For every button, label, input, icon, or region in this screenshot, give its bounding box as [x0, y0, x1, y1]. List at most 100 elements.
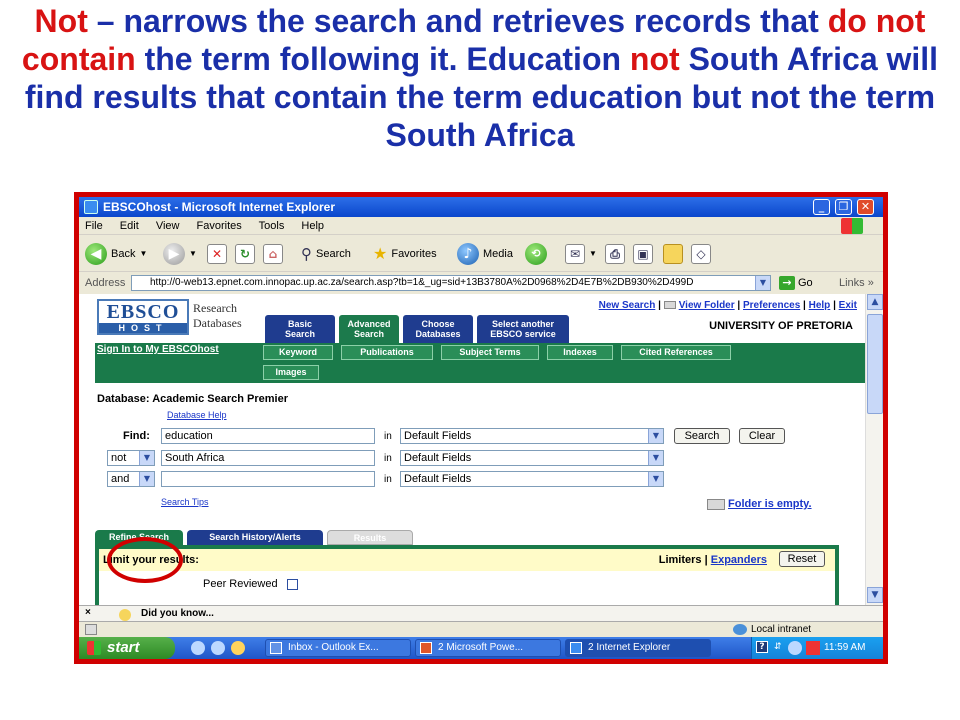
subtab-publications[interactable]: Publications [341, 345, 433, 360]
media-button[interactable]: ♪ Media [457, 236, 513, 272]
mail-button[interactable]: ✉ ▼ [565, 236, 597, 272]
start-button[interactable]: start [79, 637, 175, 659]
sign-in-link[interactable]: Sign In to My EBSCOhost [97, 343, 219, 357]
tab-basic-search[interactable]: Basic Search [265, 315, 335, 343]
boolean-select-3[interactable]: and ▼ [107, 471, 155, 487]
stop-button[interactable]: ✕ [207, 236, 227, 272]
pane-close-icon[interactable]: × [85, 606, 91, 620]
scroll-down-icon[interactable]: ▼ [867, 587, 883, 603]
forward-dropdown-icon[interactable]: ▼ [189, 236, 197, 272]
search-button[interactable]: Search [674, 428, 730, 444]
start-flag-icon [87, 641, 101, 655]
minimize-button[interactable]: _ [813, 199, 830, 215]
subtab-images[interactable]: Images [263, 365, 319, 380]
scroll-up-icon[interactable]: ▲ [867, 294, 883, 310]
preferences-link[interactable]: Preferences [743, 300, 800, 311]
task-internet-explorer[interactable]: 2 Internet Explorer [565, 639, 711, 657]
screenshot-frame: EBSCOhost - Microsoft Internet Explorer … [74, 192, 888, 664]
peer-reviewed-checkbox[interactable] [286, 578, 298, 590]
view-folder-link[interactable]: View Folder [679, 300, 735, 311]
new-search-link[interactable]: New Search [599, 300, 656, 311]
address-input[interactable]: http://0-web13.epnet.com.innopac.up.ac.z… [131, 275, 771, 291]
subtab-cited-references[interactable]: Cited References [621, 345, 731, 360]
did-you-know-pane: × Did you know... [79, 605, 883, 621]
task-powerpoint[interactable]: 2 Microsoft Powe... [415, 639, 561, 657]
boolean-select-2[interactable]: not ▼ [107, 450, 155, 466]
folder-link[interactable]: Folder is empty. [728, 498, 812, 510]
clear-button[interactable]: Clear [739, 428, 785, 444]
vertical-scrollbar[interactable]: ▲ ▼ [865, 294, 883, 605]
search-button-toolbar[interactable]: ⚲ Search [301, 236, 351, 272]
tab-choose-databases[interactable]: Choose Databases [403, 315, 473, 343]
messenger-button[interactable]: ◇ [691, 236, 711, 272]
reset-button[interactable]: Reset [779, 551, 825, 567]
close-button[interactable]: ✕ [857, 199, 874, 215]
exit-link[interactable]: Exit [839, 300, 857, 311]
forward-button[interactable]: ▶ ▼ [163, 236, 197, 272]
favorites-button[interactable]: ★ Favorites [373, 236, 437, 272]
help-tray-icon[interactable]: ? [756, 641, 768, 653]
header-links: New Search | View Folder | Preferences |… [598, 300, 857, 311]
links-button[interactable]: Links » [839, 273, 874, 293]
scroll-thumb[interactable] [867, 314, 883, 414]
menu-tools[interactable]: Tools [259, 220, 285, 232]
tab-advanced-search[interactable]: Advanced Search [339, 315, 399, 343]
search-term-input-2[interactable]: South Africa [161, 450, 375, 466]
history-button[interactable]: ⟲ [525, 236, 547, 272]
database-help-link[interactable]: Database Help [167, 409, 227, 421]
go-button[interactable]: → Go [779, 274, 813, 292]
menu-help[interactable]: Help [301, 220, 324, 232]
tab-select-l1: Select another [491, 319, 555, 329]
logo-tagline: Research Databases [193, 301, 242, 331]
help-link[interactable]: Help [809, 300, 831, 311]
clock[interactable]: 11:59 AM [824, 637, 866, 659]
back-label: Back [111, 248, 136, 260]
subtab-subject-terms[interactable]: Subject Terms [441, 345, 539, 360]
boolean-value-3: and [111, 473, 130, 485]
edit-button[interactable]: ▣ [633, 236, 653, 272]
taskbar: start Inbox - Outlook Ex... 2 Microsoft … [79, 637, 883, 659]
tab-search-history[interactable]: Search History/Alerts [187, 530, 323, 545]
links-label: Links [839, 277, 865, 289]
find-label: Find: [123, 430, 150, 442]
menu-view[interactable]: View [156, 220, 180, 232]
home-button[interactable]: ⌂ [263, 236, 283, 272]
back-button[interactable]: ◀ Back ▼ [85, 236, 147, 272]
menu-edit[interactable]: Edit [120, 220, 139, 232]
quick-outlook-icon[interactable] [211, 641, 225, 655]
powerpoint-task-icon [420, 642, 432, 654]
antivirus-tray-icon[interactable] [806, 641, 820, 655]
ebsco-logo: EBSCO HOST [97, 299, 189, 335]
search-term-input-3[interactable] [161, 471, 375, 487]
tab-select-service[interactable]: Select another EBSCO service [477, 315, 569, 343]
tab-results[interactable]: Results [327, 530, 413, 545]
subtab-indexes[interactable]: Indexes [547, 345, 613, 360]
menu-favorites[interactable]: Favorites [197, 220, 242, 232]
folder-toolbar-button[interactable] [663, 236, 683, 272]
search-row-1: Find: education in Default Fields ▼ Sear… [97, 428, 837, 446]
subtab-keyword[interactable]: Keyword [263, 345, 333, 360]
system-tray: ? ⇵ 11:59 AM [751, 637, 883, 659]
mail-dropdown-icon[interactable]: ▼ [589, 236, 597, 272]
field-select-1[interactable]: Default Fields ▼ [400, 428, 664, 444]
address-dropdown-icon[interactable]: ▼ [755, 276, 770, 290]
maximize-button[interactable]: ❐ [835, 199, 852, 215]
back-dropdown-icon[interactable]: ▼ [139, 236, 147, 272]
search-tips-link[interactable]: Search Tips [161, 496, 209, 508]
quick-ie-icon[interactable] [191, 641, 205, 655]
field-select-2[interactable]: Default Fields ▼ [400, 450, 664, 466]
expanders-link[interactable]: Expanders [711, 554, 767, 566]
field-select-3[interactable]: Default Fields ▼ [400, 471, 664, 487]
refresh-button[interactable]: ↻ [235, 236, 255, 272]
logo-top: EBSCO [99, 301, 187, 323]
print-button[interactable]: ⎙ [605, 236, 625, 272]
messenger-tray-icon[interactable] [788, 641, 802, 655]
tab-basic-l1: Basic [287, 319, 313, 329]
menu-file[interactable]: File [85, 220, 103, 232]
peer-reviewed-label: Peer Reviewed [203, 578, 278, 590]
search-term-input-1[interactable]: education [161, 428, 375, 444]
quick-media-icon[interactable] [231, 641, 245, 655]
task-outlook[interactable]: Inbox - Outlook Ex... [265, 639, 411, 657]
folder-status[interactable]: Folder is empty. [707, 497, 812, 511]
network-tray-icon[interactable]: ⇵ [774, 641, 782, 653]
